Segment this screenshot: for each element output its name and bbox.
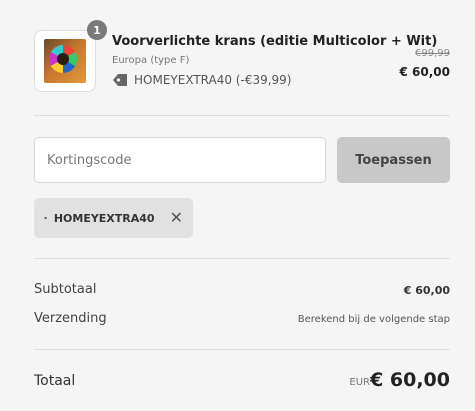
product-image	[34, 30, 96, 92]
product-title: Voorverlichte krans (editie Multicolor +…	[112, 34, 438, 49]
cart-line-item: 1 Voorverlichte krans (editie Multicolor…	[34, 20, 450, 94]
original-price: €99,99	[415, 48, 450, 59]
shipping-label: Verzending	[34, 311, 107, 326]
close-icon[interactable]: ✕	[170, 210, 183, 226]
discount-code-input[interactable]	[34, 137, 326, 183]
divider	[34, 115, 450, 116]
final-price: € 60,00	[399, 65, 450, 79]
apply-discount-button[interactable]: Toepassen	[337, 137, 450, 183]
product-variant: Europa (type F)	[112, 55, 190, 66]
divider	[34, 349, 450, 350]
tag-icon	[113, 74, 127, 86]
divider	[34, 258, 450, 259]
shipping-value: Berekend bij de volgende stap	[297, 314, 450, 325]
applied-discount-code: HOMEYEXTRA40	[53, 211, 155, 225]
total-currency: EUR	[349, 377, 370, 388]
subtotal-value: € 60,00	[403, 284, 450, 297]
quantity-badge: 1	[87, 20, 107, 40]
line-item-discount: HOMEYEXTRA40 (-€39,99)	[112, 73, 291, 87]
tag-icon	[44, 216, 47, 220]
wreath-icon	[49, 45, 77, 73]
line-item-discount-label: HOMEYEXTRA40 (-€39,99)	[134, 73, 292, 87]
total-amount: € 60,00	[370, 369, 450, 391]
subtotal-label: Subtotaal	[34, 282, 97, 297]
applied-discount-chip: HOMEYEXTRA40 ✕	[34, 198, 193, 238]
total-label: Totaal	[34, 373, 76, 389]
